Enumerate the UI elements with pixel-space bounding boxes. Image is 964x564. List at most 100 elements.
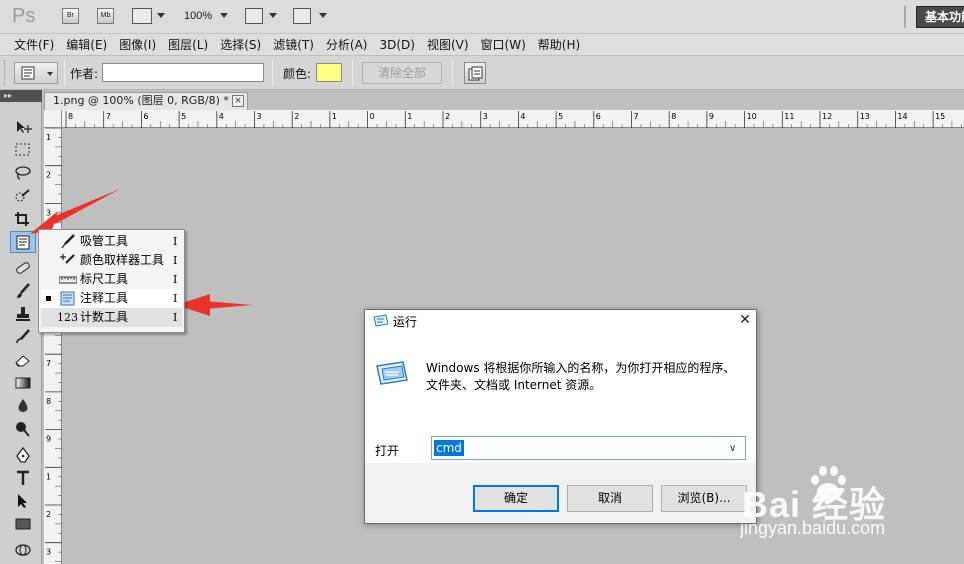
menu-filter[interactable]: 滤镜(T) [267, 34, 320, 55]
divider [64, 60, 65, 86]
cancel-button[interactable]: 取消 [567, 485, 653, 512]
zoom-level[interactable]: 100% [184, 10, 212, 22]
chevron-down-icon[interactable] [220, 13, 228, 18]
workspace-button[interactable]: 基本功能 [916, 6, 964, 28]
color-sampler-icon [60, 254, 75, 264]
ruler-origin[interactable] [44, 110, 62, 128]
ruler-tick-label: 1 [407, 112, 412, 121]
move-tool[interactable] [10, 116, 36, 138]
ruler-tick-label: 5 [181, 112, 186, 121]
flyout-label: 颜色取样器工具 [80, 253, 165, 267]
ok-button[interactable]: 确定 [473, 485, 559, 512]
note-tool[interactable] [10, 231, 36, 253]
eyedropper-tool-flyout: 吸管工具 I 颜色取样器工具 I 标尺工具 I 注释工具 I 123 计数工具 … [38, 229, 185, 333]
close-icon[interactable]: × [232, 95, 244, 107]
mini-bridge-button[interactable]: Mb [97, 8, 114, 24]
eraser-tool[interactable] [10, 349, 36, 371]
divider [452, 60, 453, 86]
screen-mode-icon[interactable] [293, 8, 311, 24]
crop-tool[interactable] [10, 208, 36, 230]
gradient-tool[interactable] [10, 372, 36, 394]
close-icon[interactable]: ✕ [735, 310, 755, 330]
chevron-down-icon[interactable] [319, 13, 327, 18]
clone-stamp-tool[interactable] [10, 303, 36, 325]
flyout-item-color-sampler[interactable]: 颜色取样器工具 I [41, 251, 182, 270]
run-icon [373, 314, 389, 327]
menu-3d[interactable]: 3D(D) [373, 34, 420, 55]
flyout-label: 标尺工具 [80, 272, 129, 286]
notes-panel-icon [468, 66, 483, 81]
browse-button[interactable]: 浏览(B)... [661, 485, 747, 512]
marquee-tool[interactable] [10, 139, 36, 161]
menu-layer[interactable]: 图层(L) [162, 34, 214, 55]
chevron-down-icon[interactable]: ∨ [729, 443, 736, 454]
count-icon: 123 [57, 311, 78, 324]
ruler-tick-label: 7 [634, 112, 639, 121]
menu-select[interactable]: 选择(S) [214, 34, 267, 55]
author-label: 作者: [70, 67, 99, 81]
shortcut-key: I [173, 292, 178, 305]
type-icon [17, 470, 29, 485]
menu-window[interactable]: 窗口(W) [475, 34, 532, 55]
flyout-item-ruler[interactable]: 标尺工具 I [41, 270, 182, 289]
3d-rotate-tool[interactable] [10, 539, 36, 561]
collapse-panel-icon[interactable]: ▸▸ [0, 90, 42, 102]
menu-edit[interactable]: 编辑(E) [60, 34, 113, 55]
brush-icon [17, 283, 30, 298]
open-combobox[interactable]: cmd ∨ [431, 436, 746, 460]
ruler-tick-label: 3 [257, 112, 262, 121]
red-arrow-flyout [205, 301, 252, 309]
grip-handle[interactable] [4, 60, 7, 86]
view-extras-icon[interactable] [132, 8, 152, 24]
history-brush-icon [16, 329, 30, 344]
ruler-tick-label: 8 [46, 397, 51, 406]
chevron-down-icon[interactable] [269, 13, 277, 18]
bridge-button[interactable]: Br [62, 8, 79, 24]
divider [904, 6, 906, 28]
dialog-titlebar[interactable]: 运行 ✕ [365, 310, 756, 332]
ruler-tick-label: 2 [294, 112, 299, 121]
history-brush-tool[interactable] [10, 326, 36, 348]
ruler-tick-label: 4 [219, 112, 224, 121]
arrange-documents-icon[interactable] [245, 8, 263, 24]
menu-image[interactable]: 图像(I) [113, 34, 162, 55]
photoshop-logo: Ps [12, 5, 36, 27]
quick-selection-tool[interactable] [10, 185, 36, 207]
type-tool[interactable] [10, 467, 36, 489]
crop-icon [15, 212, 29, 226]
ruler-tick-label: 12 [822, 112, 832, 121]
chevron-down-icon[interactable] [157, 13, 165, 18]
ruler-tick-label: 9 [46, 435, 51, 444]
pen-tool[interactable] [10, 444, 36, 466]
flyout-item-eyedropper[interactable]: 吸管工具 I [41, 232, 182, 251]
document-tab[interactable]: 1.png @ 100% (图层 0, RGB/8) * [44, 92, 248, 110]
notes-panel-button[interactable] [464, 62, 486, 84]
menu-analysis[interactable]: 分析(A) [320, 34, 374, 55]
menu-view[interactable]: 视图(V) [421, 34, 475, 55]
menu-help[interactable]: 帮助(H) [532, 34, 586, 55]
ruler-tick-label: 10 [747, 112, 757, 121]
selected-bullet-icon [46, 296, 51, 301]
path-selection-tool[interactable] [10, 490, 36, 512]
clear-all-button[interactable]: 清除全部 [362, 62, 442, 84]
ruler-tick-label: 2 [46, 510, 51, 519]
blur-tool[interactable] [10, 395, 36, 417]
note-color-swatch[interactable] [316, 63, 342, 82]
ruler-tick-label: 7 [106, 112, 111, 121]
ruler-tick-label: 1 [46, 133, 51, 142]
shape-tool[interactable] [10, 513, 36, 535]
tool-preset-picker[interactable] [14, 62, 58, 84]
menu-file[interactable]: 文件(F) [8, 34, 60, 55]
author-input[interactable] [102, 63, 264, 82]
healing-brush-tool[interactable] [10, 257, 36, 279]
ruler-icon [59, 276, 77, 284]
flyout-item-count[interactable]: 123 计数工具 I [41, 308, 182, 327]
lasso-tool[interactable] [10, 162, 36, 184]
ruler-tick-label: 8 [671, 112, 676, 121]
open-input-value[interactable]: cmd [434, 440, 464, 456]
flyout-item-note[interactable]: 注释工具 I [41, 289, 182, 308]
shortcut-key: I [173, 311, 178, 324]
brush-tool[interactable] [10, 280, 36, 302]
dodge-tool[interactable] [10, 418, 36, 440]
flyout-label: 注释工具 [80, 291, 129, 305]
